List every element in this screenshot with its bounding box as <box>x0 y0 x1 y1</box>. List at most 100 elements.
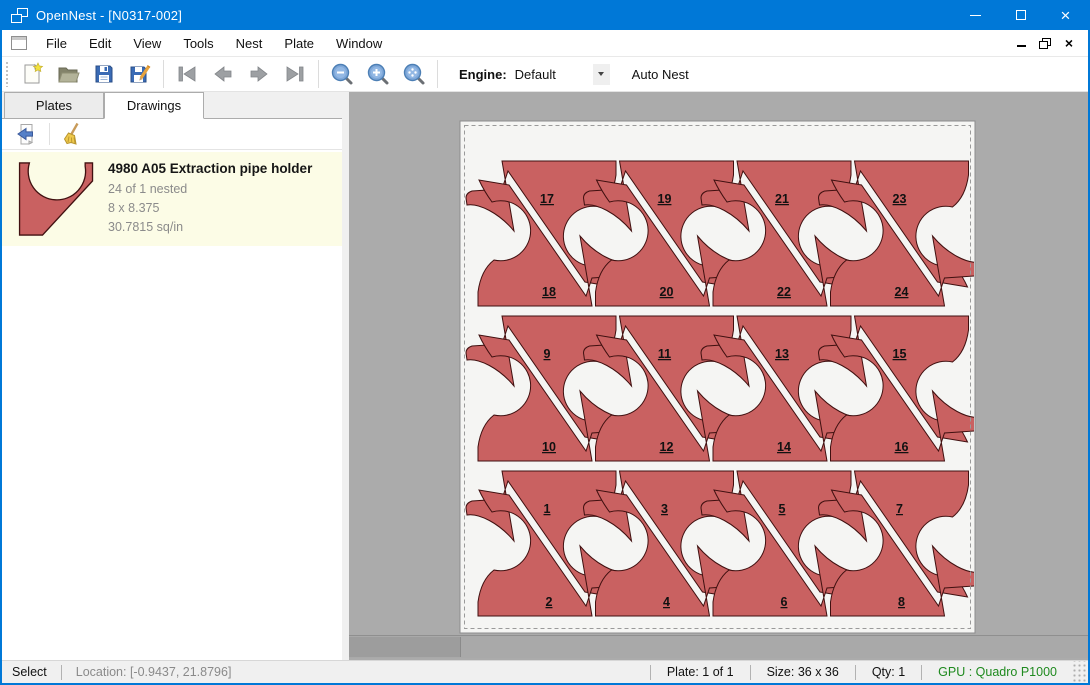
app-icon <box>11 8 28 23</box>
engine-dropdown-button[interactable] <box>593 64 610 85</box>
menu-item-edit[interactable]: Edit <box>78 32 122 55</box>
part-number: 10 <box>542 440 556 454</box>
part-number: 23 <box>893 192 907 206</box>
resize-grip[interactable] <box>1073 661 1087 683</box>
mdi-document-icon[interactable] <box>11 36 27 50</box>
part-number: 1 <box>544 502 551 516</box>
auto-nest-button[interactable]: Auto Nest <box>626 63 695 86</box>
save-as-button[interactable] <box>122 58 158 90</box>
save-icon <box>92 62 116 86</box>
status-plate: Plate: 1 of 1 <box>651 665 750 679</box>
minimize-button[interactable] <box>953 0 998 30</box>
part-number: 19 <box>658 192 672 206</box>
save-button[interactable] <box>86 58 122 90</box>
nest-plate-view: 171819202122232491011121314151612345678 <box>349 92 1088 660</box>
nest-canvas[interactable]: 171819202122232491011121314151612345678 <box>349 92 1088 660</box>
menu-item-tools[interactable]: Tools <box>172 32 224 55</box>
part-number: 22 <box>777 285 791 299</box>
part-number: 24 <box>895 285 909 299</box>
close-button[interactable]: × <box>1043 0 1088 30</box>
toolbar-separator <box>163 60 164 88</box>
part-number: 14 <box>777 440 791 454</box>
mdi-minimize-button[interactable] <box>1012 34 1030 52</box>
engine-label: Engine: <box>459 67 507 82</box>
menu-item-nest[interactable]: Nest <box>225 32 274 55</box>
drawing-list-item[interactable]: 4980 A05 Extraction pipe holder 24 of 1 … <box>2 152 342 246</box>
zoom-fit-button[interactable] <box>396 58 432 90</box>
new-drawing-button[interactable] <box>14 58 50 90</box>
menu-item-plate[interactable]: Plate <box>273 32 325 55</box>
menu-item-window[interactable]: Window <box>325 32 393 55</box>
part-number: 21 <box>775 192 789 206</box>
part-number: 12 <box>660 440 674 454</box>
statusbar: Select Location: [-0.9437, 21.8796] Plat… <box>2 660 1088 683</box>
import-drawing-button[interactable] <box>10 121 42 148</box>
new-document-icon <box>20 62 44 86</box>
drawings-toolbar <box>2 119 342 150</box>
left-panel: Plates Drawings <box>2 92 342 660</box>
toolbar-separator <box>437 60 438 88</box>
engine-select[interactable]: Default <box>515 67 593 82</box>
part-thumbnail <box>10 157 98 241</box>
menubar: FileEditViewToolsNestPlateWindow × <box>2 30 1088 57</box>
part-number: 7 <box>896 502 903 516</box>
part-number: 4 <box>663 595 670 609</box>
part-number: 18 <box>542 285 556 299</box>
horizontal-scrollbar[interactable] <box>349 636 1088 658</box>
part-number: 5 <box>779 502 786 516</box>
maximize-button[interactable] <box>998 0 1043 30</box>
horizontal-scrollbar-thumb[interactable] <box>349 637 461 657</box>
part-number: 2 <box>546 595 553 609</box>
minimize-icon <box>970 15 981 16</box>
drawings-list: 4980 A05 Extraction pipe holder 24 of 1 … <box>2 150 342 660</box>
mdi-close-button[interactable]: × <box>1060 34 1078 52</box>
menu-item-view[interactable]: View <box>122 32 172 55</box>
part-number: 13 <box>775 347 789 361</box>
status-location: Location: [-0.9437, 21.8796] <box>62 665 312 679</box>
titlebar: OpenNest - [N0317-002] × <box>2 0 1088 30</box>
part-number: 11 <box>658 347 671 361</box>
status-mode: Select <box>2 665 61 679</box>
tab-plates[interactable]: Plates <box>4 92 104 118</box>
previous-arrow-icon <box>210 62 236 86</box>
last-plate-button[interactable] <box>277 58 313 90</box>
part-number: 15 <box>893 347 907 361</box>
open-button[interactable] <box>50 58 86 90</box>
window-title: OpenNest - [N0317-002] <box>36 8 182 23</box>
drawing-size: 8 x 8.375 <box>108 199 312 218</box>
mdi-restore-icon <box>1039 38 1051 49</box>
part-number: 3 <box>661 502 668 516</box>
zoom-in-icon <box>366 62 390 86</box>
zoom-fit-icon <box>402 62 426 86</box>
mdi-minimize-icon <box>1017 45 1026 47</box>
zoom-out-button[interactable] <box>324 58 360 90</box>
part-number: 17 <box>540 192 554 206</box>
tab-drawings[interactable]: Drawings <box>104 92 204 119</box>
toolbar-grip[interactable] <box>5 61 10 87</box>
part-number: 8 <box>898 595 905 609</box>
part-number: 20 <box>660 285 674 299</box>
drawing-area: 30.7815 sq/in <box>108 218 312 237</box>
panel-splitter[interactable] <box>342 92 349 660</box>
zoom-out-icon <box>330 62 354 86</box>
drawing-title: 4980 A05 Extraction pipe holder <box>108 161 312 176</box>
import-drawing-icon <box>14 122 38 146</box>
save-as-icon <box>128 62 152 86</box>
panel-toolbar-separator <box>49 123 50 145</box>
mdi-close-icon: × <box>1065 36 1073 50</box>
app-window: OpenNest - [N0317-002] × FileEditViewToo… <box>0 0 1090 685</box>
clear-drawings-button[interactable] <box>57 121 89 148</box>
first-arrow-icon <box>174 62 200 86</box>
maximize-icon <box>1016 10 1026 20</box>
panel-tabs: Plates Drawings <box>2 92 342 119</box>
menu-item-file[interactable]: File <box>35 32 78 55</box>
next-plate-button[interactable] <box>241 58 277 90</box>
status-qty: Qty: 1 <box>856 665 921 679</box>
close-icon: × <box>1061 7 1071 24</box>
previous-plate-button[interactable] <box>205 58 241 90</box>
next-arrow-icon <box>246 62 272 86</box>
main-toolbar: Engine: Default Auto Nest <box>2 57 1088 92</box>
mdi-restore-button[interactable] <box>1036 34 1054 52</box>
first-plate-button[interactable] <box>169 58 205 90</box>
zoom-in-button[interactable] <box>360 58 396 90</box>
